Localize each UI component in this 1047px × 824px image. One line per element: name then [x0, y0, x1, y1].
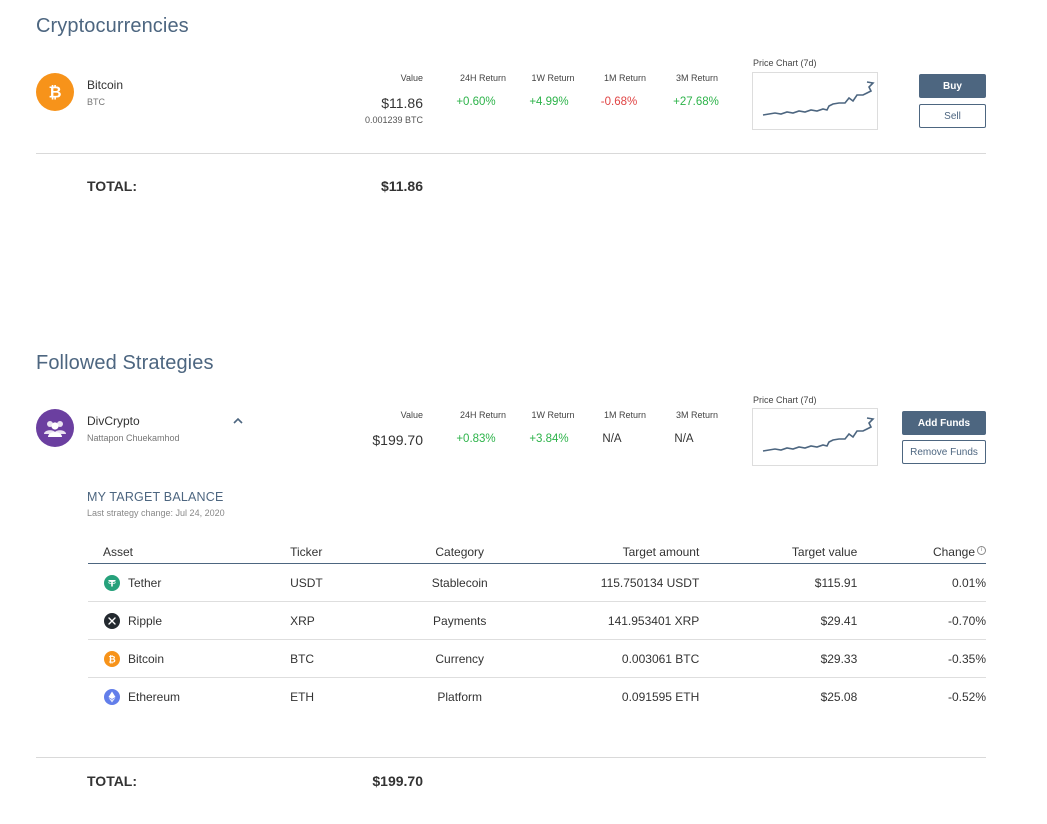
strategy-price-sparkline: [762, 417, 875, 452]
asset-name: Ethereum: [128, 689, 181, 704]
asset-cell: Ripple: [88, 601, 291, 640]
target-amount-cell: 0.091595 ETH: [621, 689, 700, 704]
target-amount-cell: 115.750134 USDT: [506, 563, 700, 602]
strategy-name[interactable]: DivCrypto: [87, 414, 140, 428]
strategy-return-24h-value: +0.83%: [456, 433, 496, 445]
asset-value-sub: 0.001239 BTC: [364, 115, 423, 125]
strategy-return-24h-header: 24H Return: [459, 410, 507, 420]
return-3m-header: 3M Return: [675, 73, 719, 83]
change-cell: -0.52%: [947, 689, 986, 704]
change-cell: 0.01%: [857, 563, 986, 602]
section-title-cryptocurrencies: Cryptocurrencies: [36, 15, 189, 37]
change-cell: -0.35%: [857, 639, 986, 678]
strategy-price-chart-label: Price Chart (7d): [753, 395, 817, 405]
asset-cell: ₿ Bitcoin: [88, 639, 291, 678]
ethereum-icon: [104, 688, 120, 705]
col-header-change: Change i: [857, 540, 986, 564]
table-row: Ethereum ETH Platform 0.091595 ETH $25.0…: [88, 678, 986, 716]
category-cell: Currency: [412, 639, 507, 678]
table-row: Tether USDT Stablecoin 115.750134 USDT $…: [88, 563, 986, 602]
asset-value: $11.86: [381, 95, 423, 111]
target-amount-cell: 0.003061 BTC: [506, 639, 700, 678]
strategies-total-label: TOTAL:: [87, 773, 138, 789]
divider: [36, 757, 986, 758]
asset-name: Ripple: [128, 613, 163, 628]
remove-funds-button[interactable]: Remove Funds: [902, 440, 986, 464]
target-amount-cell: 141.953401 XRP: [506, 601, 700, 640]
strategy-author: Nattapon Chuekamhod: [87, 433, 180, 443]
price-chart-label: Price Chart (7d): [753, 58, 817, 68]
section-title-followed-strategies: Followed Strategies: [36, 352, 214, 374]
group-icon: [36, 409, 74, 447]
target-value-cell: $25.08: [820, 689, 858, 704]
return-1m-value: -0.68%: [600, 96, 638, 108]
return-1w-header: 1W Return: [531, 73, 575, 83]
strategy-return-3m-header: 3M Return: [675, 410, 719, 420]
value-header: Value: [400, 73, 423, 83]
strategy-value-header: Value: [400, 410, 423, 420]
strategy-price-chart: [752, 408, 878, 466]
table-row: Ripple XRP Payments 141.953401 XRP $29.4…: [88, 601, 986, 640]
col-header-target-value: Target value: [699, 540, 858, 564]
asset-name: Tether: [128, 575, 162, 590]
add-funds-button[interactable]: Add Funds: [902, 411, 986, 435]
ticker-cell: ETH: [290, 689, 315, 704]
strategy-return-1w-value: +3.84%: [529, 433, 569, 445]
category-cell: Stablecoin: [412, 563, 507, 602]
sell-button[interactable]: Sell: [919, 104, 986, 128]
return-3m-value: +27.68%: [673, 96, 719, 108]
target-value-cell: $29.33: [699, 639, 858, 678]
strategies-total-value: $199.70: [372, 773, 423, 789]
bitcoin-icon: ₿: [104, 650, 120, 667]
return-1w-value: +4.99%: [529, 96, 569, 108]
strategy-return-1w-header: 1W Return: [531, 410, 575, 420]
divider: [36, 153, 986, 154]
asset-ticker: BTC: [87, 97, 105, 107]
target-value-cell: $115.91: [699, 563, 858, 602]
crypto-total-label: TOTAL:: [87, 178, 138, 194]
target-balance-table: Asset Ticker Category Target amount Targ…: [88, 540, 986, 715]
ticker-cell: USDT: [290, 563, 413, 602]
col-header-ticker: Ticker: [290, 540, 413, 564]
bitcoin-icon: ₿: [36, 73, 74, 111]
svg-text:₿: ₿: [48, 83, 61, 102]
ticker-cell: XRP: [290, 601, 413, 640]
chevron-up-icon[interactable]: [231, 414, 245, 428]
crypto-total-value: $11.86: [380, 178, 423, 194]
target-balance-title: MY TARGET BALANCE: [87, 490, 224, 504]
strategy-return-1m-header: 1M Return: [603, 410, 647, 420]
category-cell: Payments: [412, 601, 507, 640]
col-header-target-amount: Target amount: [506, 540, 700, 564]
ripple-icon: [104, 612, 120, 629]
asset-cell: Ethereum: [88, 678, 290, 716]
strategy-return-1m-value: N/A: [602, 433, 622, 445]
price-sparkline: [762, 81, 875, 116]
table-header-row: Asset Ticker Category Target amount Targ…: [88, 540, 986, 564]
strategy-value: $199.70: [372, 432, 423, 448]
asset-name: Bitcoin: [128, 651, 165, 666]
col-header-asset: Asset: [88, 540, 291, 564]
target-value-cell: $29.41: [699, 601, 858, 640]
return-24h-header: 24H Return: [459, 73, 507, 83]
ticker-cell: BTC: [290, 639, 413, 678]
target-balance-subtitle: Last strategy change: Jul 24, 2020: [87, 508, 225, 518]
price-chart: [752, 72, 878, 130]
change-cell: -0.70%: [857, 601, 986, 640]
col-header-change-label: Change: [932, 544, 975, 559]
asset-cell: Tether: [88, 563, 291, 602]
svg-text:₿: ₿: [108, 654, 115, 665]
table-row: ₿ Bitcoin BTC Currency 0.003061 BTC $29.…: [88, 639, 986, 678]
strategy-return-3m-value: N/A: [674, 433, 694, 445]
asset-name: Bitcoin: [87, 78, 124, 92]
info-icon[interactable]: i: [977, 545, 986, 555]
category-cell: Platform: [437, 689, 483, 704]
col-header-category: Category: [412, 540, 507, 564]
return-24h-value: +0.60%: [456, 96, 496, 108]
return-1m-header: 1M Return: [603, 73, 647, 83]
tether-icon: [104, 574, 120, 591]
buy-button[interactable]: Buy: [919, 74, 986, 98]
